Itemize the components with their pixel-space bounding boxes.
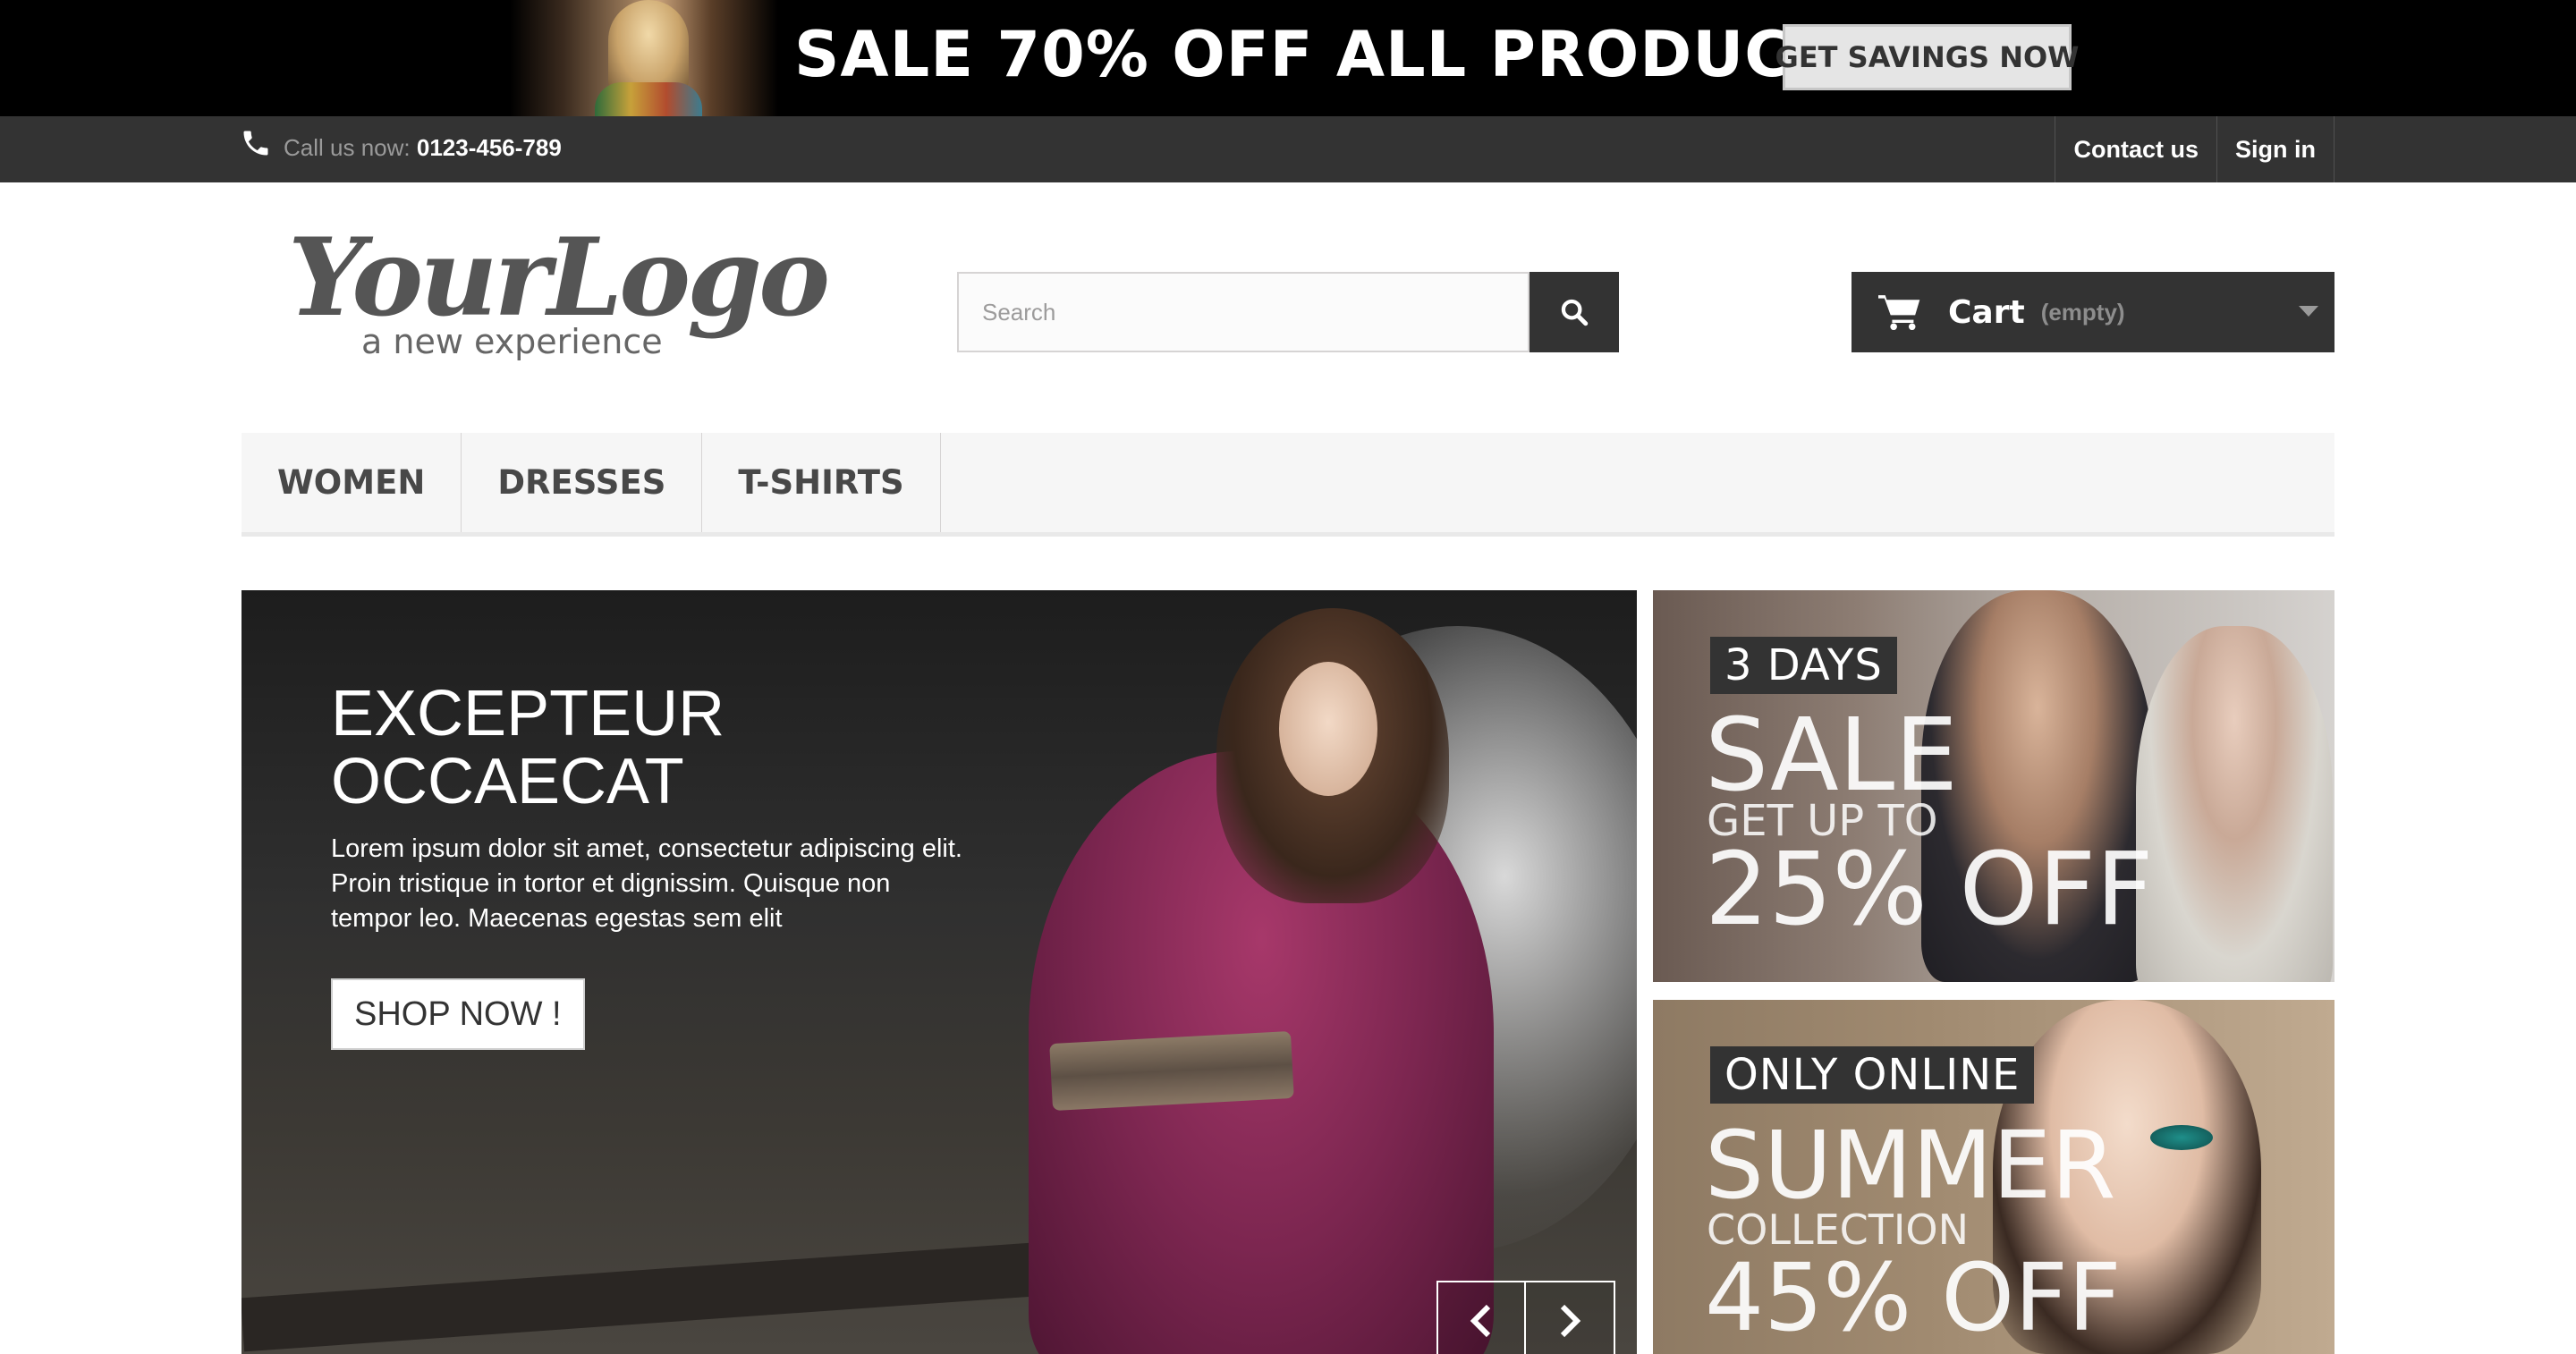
hero-title-line-1: EXCEPTEUR: [331, 678, 725, 749]
promo-banner[interactable]: SALE 70% OFF ALL PRODUCTS GET SAVINGS NO…: [0, 0, 2576, 116]
banner-tag: ONLY ONLINE: [1710, 1046, 2035, 1104]
utility-links: Contact us Sign in: [2055, 116, 2334, 182]
chevron-left-icon: [1470, 1304, 1491, 1338]
summer-banner[interactable]: ONLY ONLINE SUMMER COLLECTION 45% OFF: [1653, 1000, 2334, 1354]
contact-us-link[interactable]: Contact us: [2055, 116, 2217, 182]
menu-item-dresses[interactable]: DRESSES: [462, 433, 703, 532]
slider-nav: [1436, 1281, 1615, 1354]
site-logo[interactable]: YourLogo a new experience: [288, 215, 830, 376]
search-icon: [1561, 299, 1589, 326]
banner-headline: SUMMER: [1705, 1111, 2116, 1220]
menu-item-t-shirts[interactable]: T-SHIRTS: [702, 433, 941, 532]
slider-prev-button[interactable]: [1436, 1281, 1526, 1354]
caret-down-icon: [2299, 306, 2318, 317]
promo-text: SALE 70% OFF ALL PRODUCTS: [794, 18, 1881, 91]
banner-offer: 25% OFF: [1705, 832, 2154, 948]
menu-item-women[interactable]: WOMEN: [242, 433, 462, 532]
phone-number: 0123-456-789: [416, 134, 562, 161]
sign-in-link[interactable]: Sign in: [2217, 116, 2334, 182]
cart-status: (empty): [2040, 298, 2125, 326]
main-menu: WOMEN DRESSES T-SHIRTS: [242, 433, 2334, 537]
hero-title-line-2: OCCAECAT: [331, 746, 684, 817]
call-label: Call us now:: [284, 134, 411, 161]
search-input[interactable]: [959, 274, 1528, 351]
chevron-right-icon: [1560, 1304, 1581, 1338]
hero-description: Lorem ipsum dolor sit amet, consectetur …: [331, 834, 962, 933]
get-savings-button[interactable]: GET SAVINGS NOW: [1775, 24, 2079, 90]
call-us-text: Call us now: 0123-456-789: [284, 134, 562, 162]
cart-icon: [1878, 295, 1920, 331]
cart-label: Cart: [1948, 293, 2025, 331]
search-box: [957, 272, 1530, 352]
banner-tag: 3 DAYS: [1710, 637, 1897, 694]
search-button[interactable]: [1530, 272, 1619, 352]
promo-model-image: [510, 0, 778, 116]
shop-now-button[interactable]: SHOP NOW !: [331, 978, 585, 1050]
cart-button[interactable]: Cart (empty): [1852, 272, 2334, 352]
hero-slider: EXCEPTEUR OCCAECAT Lorem ipsum dolor sit…: [242, 590, 1637, 1354]
logo-tagline: a new experience: [361, 322, 663, 361]
hero-title: EXCEPTEUR OCCAECAT: [331, 680, 724, 816]
phone-icon: [243, 131, 268, 156]
sale-banner[interactable]: 3 DAYS SALE GET UP TO 25% OFF: [1653, 590, 2334, 982]
banner-offer: 45% OFF: [1705, 1243, 2122, 1352]
slider-next-button[interactable]: [1526, 1281, 1615, 1354]
